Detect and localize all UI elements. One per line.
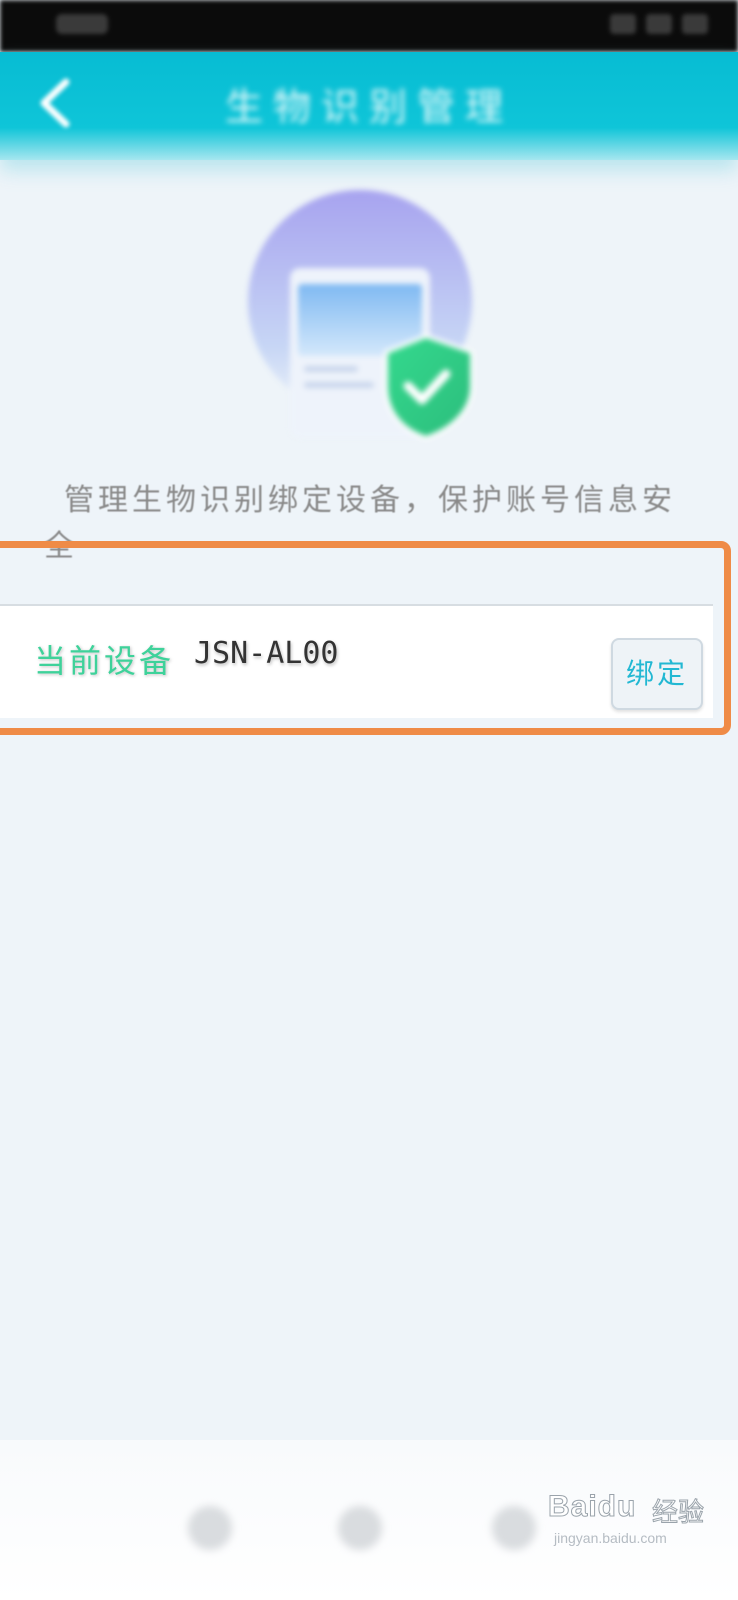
signal-icon <box>610 14 636 34</box>
status-bar <box>0 0 738 52</box>
watermark-url: jingyan.baidu.com <box>554 1530 667 1546</box>
page-title: 生物识别管理 <box>224 85 513 129</box>
highlight-frame <box>0 541 731 735</box>
security-illustration <box>236 190 500 450</box>
baidu-watermark: Baidu 经验 jingyan.baidu.com <box>547 1490 728 1550</box>
nav-home-icon[interactable] <box>338 1506 382 1550</box>
wifi-icon <box>646 14 672 34</box>
nav-recent-icon[interactable] <box>492 1506 536 1550</box>
status-time <box>56 14 108 34</box>
nav-back-icon[interactable] <box>188 1506 232 1550</box>
battery-icon <box>682 14 708 34</box>
watermark-brand-cn: 经验 <box>651 1498 705 1529</box>
app-header: 生物识别管理 <box>0 52 738 160</box>
status-icons <box>508 14 708 34</box>
watermark-brand: Baidu <box>547 1490 637 1524</box>
